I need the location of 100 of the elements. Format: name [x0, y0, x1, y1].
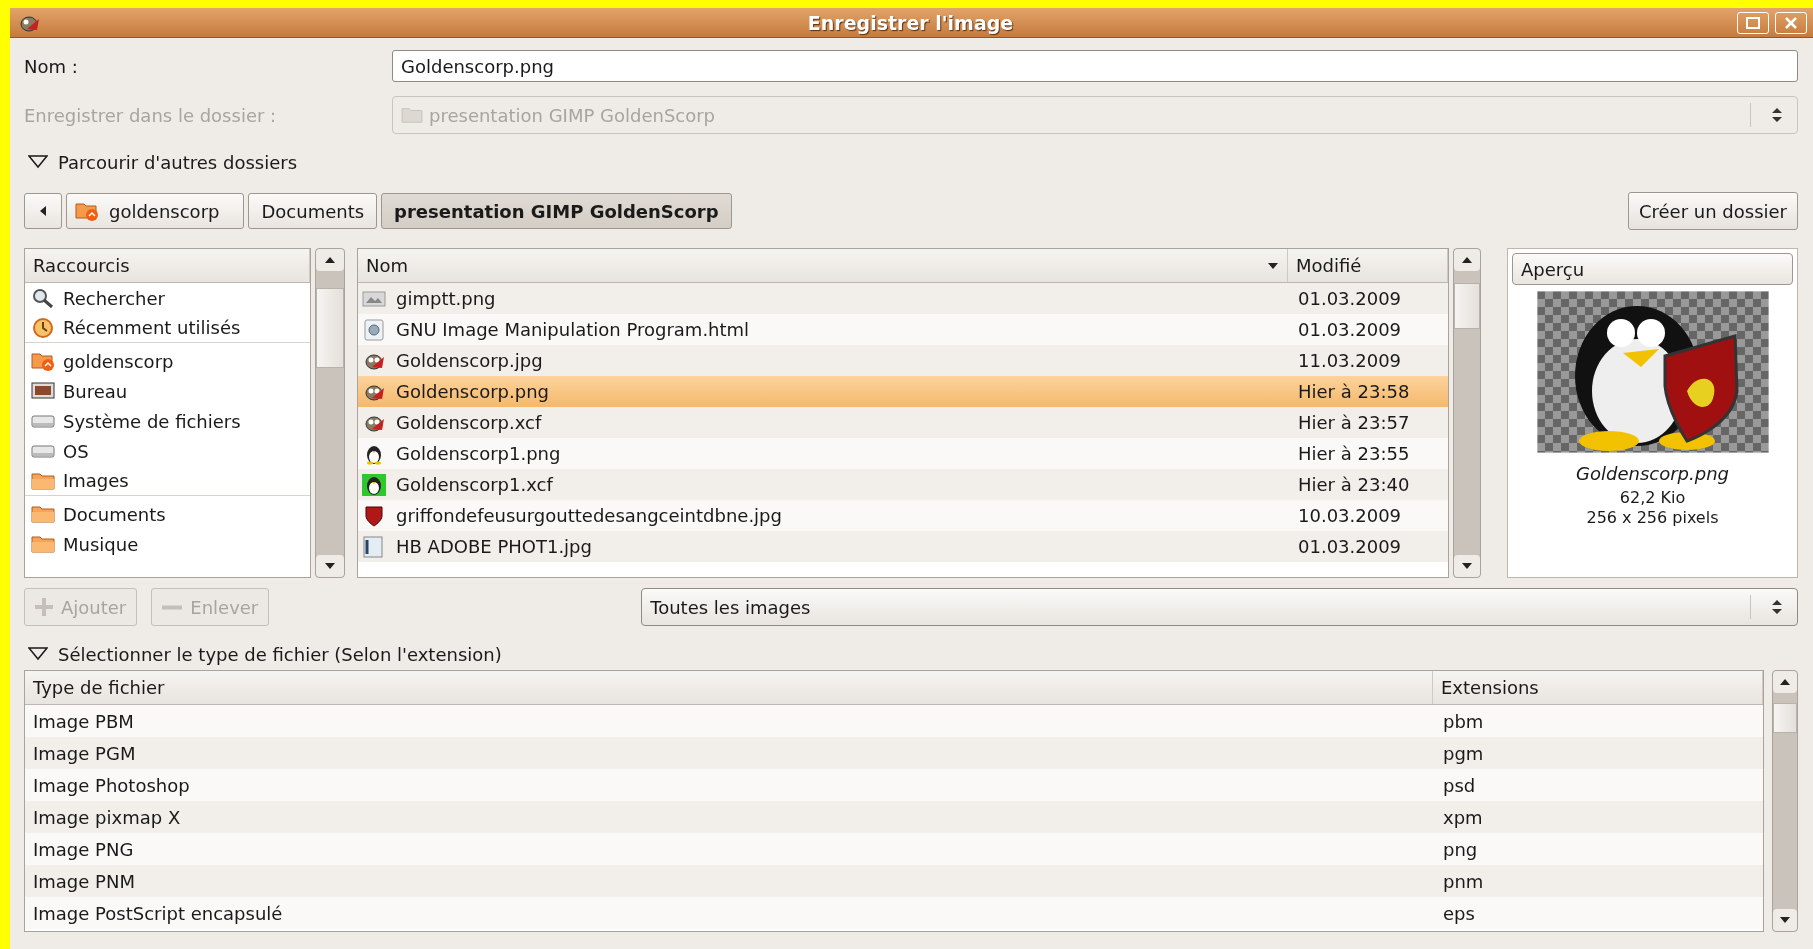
- file-row[interactable]: Goldenscorp.xcf Hier à 23:57: [358, 407, 1448, 438]
- scrollbar-thumb[interactable]: [1773, 702, 1797, 733]
- filter-value: Toutes les images: [650, 596, 812, 618]
- file-type-name: Image PBM: [32, 710, 135, 732]
- folder-icon: [31, 533, 55, 555]
- name-label: Nom :: [24, 55, 79, 77]
- close-button[interactable]: [1775, 11, 1807, 34]
- file-row[interactable]: gimptt.png 01.03.2009: [358, 283, 1448, 314]
- close-icon: [1784, 15, 1798, 30]
- image-file-icon: [362, 535, 386, 558]
- file-type-row[interactable]: Image PNM pnm: [25, 865, 1763, 897]
- file-extension: pbm: [1442, 710, 1485, 732]
- file-row[interactable]: Goldenscorp.jpg 11.03.2009: [358, 345, 1448, 376]
- down-arrow-icon[interactable]: [1461, 561, 1473, 571]
- save-folder-label: Enregistrer dans le dossier :: [24, 104, 278, 126]
- file-row[interactable]: Goldenscorp.png Hier à 23:58: [358, 376, 1448, 407]
- file-date: 10.03.2009: [1297, 505, 1403, 526]
- file-type-name: Image PNG: [32, 838, 135, 860]
- file-type-name: Image Photoshop: [32, 774, 191, 796]
- home-folder-icon: [75, 200, 99, 222]
- file-name: Goldenscorp1.png: [396, 443, 561, 464]
- scrollbar[interactable]: [1453, 248, 1481, 578]
- up-arrow-icon[interactable]: [1461, 255, 1473, 265]
- browse-expander[interactable]: Parcourir d'autres dossiers: [24, 148, 302, 176]
- file-date: 01.03.2009: [1297, 288, 1403, 309]
- file-type-name: Image PGM: [32, 742, 137, 764]
- path-button[interactable]: Documents: [248, 193, 378, 229]
- scrollbar-thumb[interactable]: [316, 288, 344, 368]
- file-type-row[interactable]: Image PGM pgm: [25, 737, 1763, 769]
- file-row[interactable]: HB ADOBE PHOT1.jpg 01.03.2009: [358, 531, 1448, 562]
- window-title: Enregistrer l'image: [806, 11, 1015, 34]
- file-name: HB ADOBE PHOT1.jpg: [396, 536, 592, 557]
- desktop-icon: [31, 380, 55, 402]
- down-arrow-icon[interactable]: [1779, 915, 1791, 925]
- scrollbar[interactable]: [315, 248, 345, 578]
- file-extension: pgm: [1442, 742, 1485, 764]
- file-type-name: Image pixmap X: [32, 806, 182, 828]
- magnifier-icon: [31, 287, 55, 309]
- file-name: Goldenscorp.png: [396, 381, 549, 402]
- file-date: 11.03.2009: [1297, 350, 1403, 371]
- file-type-row[interactable]: Image PostScript encapsulé eps: [25, 897, 1763, 929]
- filter-combo[interactable]: Toutes les images: [641, 588, 1798, 626]
- folder-combo-value: presentation GIMP GoldenScorp: [429, 104, 717, 126]
- file-type-row[interactable]: Image PNG png: [25, 833, 1763, 865]
- file-row[interactable]: GNU Image Manipulation Program.html 01.03.2009: [358, 314, 1448, 345]
- scrollbar[interactable]: [1772, 670, 1798, 932]
- back-button[interactable]: [24, 193, 62, 229]
- spinner-arrows-icon: [1771, 598, 1783, 616]
- minus-icon: [162, 604, 183, 610]
- column-header[interactable]: Modifié: [1288, 249, 1448, 282]
- file-name: Goldenscorp.xcf: [396, 412, 542, 433]
- file-type-row[interactable]: Image pixmap X xpm: [25, 801, 1763, 833]
- file-type-row[interactable]: Image PBM pbm: [25, 705, 1763, 737]
- file-extension: png: [1442, 838, 1479, 860]
- web-page-icon: [362, 318, 386, 341]
- file-name: gimptt.png: [396, 288, 496, 309]
- down-arrow-icon[interactable]: [324, 561, 336, 571]
- path-button[interactable]: presentation GIMP GoldenScorp: [381, 193, 732, 229]
- preview-file-name: Goldenscorp.png: [1576, 463, 1729, 484]
- file-extension: pnm: [1442, 870, 1485, 892]
- file-type-name: Image PNM: [32, 870, 136, 892]
- clock-icon: [31, 316, 55, 339]
- file-date: Hier à 23:55: [1297, 443, 1411, 464]
- preview-header[interactable]: Aperçu: [1512, 253, 1793, 285]
- file-name: GNU Image Manipulation Program.html: [396, 319, 750, 340]
- penguin-icon: [362, 473, 386, 496]
- maximize-icon: [1746, 16, 1760, 29]
- preview-size: 62,2 Kio: [1619, 488, 1686, 508]
- up-arrow-icon[interactable]: [1779, 677, 1791, 687]
- folder-icon: [401, 106, 423, 124]
- file-date: Hier à 23:58: [1297, 381, 1411, 402]
- folder-icon: [31, 503, 55, 525]
- file-name: griffondefeusurgouttedesangceintdbne.jpg: [396, 505, 782, 526]
- maximize-button[interactable]: [1737, 11, 1769, 34]
- create-folder-button[interactable]: Créer un dossier: [1627, 192, 1798, 230]
- column-header[interactable]: Nom: [358, 249, 1288, 282]
- name-field[interactable]: Goldenscorp.png: [392, 50, 1798, 82]
- home-folder-icon: [31, 350, 55, 372]
- path-button[interactable]: goldenscorp: [66, 193, 245, 229]
- column-header[interactable]: Extensions: [1433, 671, 1763, 704]
- preview-dimensions: 256 x 256 pixels: [1586, 508, 1719, 528]
- column-header[interactable]: Type de fichier: [25, 671, 1433, 704]
- file-row[interactable]: Goldenscorp1.png Hier à 23:55: [358, 438, 1448, 469]
- file-date: 01.03.2009: [1297, 319, 1403, 340]
- plus-icon: [35, 598, 53, 616]
- file-date: 01.03.2009: [1297, 536, 1403, 557]
- file-date: Hier à 23:57: [1297, 412, 1411, 433]
- file-row[interactable]: Goldenscorp1.xcf Hier à 23:40: [358, 469, 1448, 500]
- scrollbar-thumb[interactable]: [1454, 283, 1480, 329]
- file-type-row[interactable]: Image Photoshop psd: [25, 769, 1763, 801]
- file-type-expander[interactable]: Sélectionner le type de fichier (Selon l'extension): [24, 640, 506, 668]
- file-extension: eps: [1442, 902, 1476, 924]
- down-arrow-icon[interactable]: [1267, 260, 1279, 271]
- up-arrow-icon[interactable]: [324, 255, 336, 265]
- file-row[interactable]: griffondefeusurgouttedesangceintdbne.jpg 10.03.2009: [358, 500, 1448, 531]
- file-type-name: Image PostScript encapsulé: [32, 902, 284, 924]
- file-name: Goldenscorp.jpg: [396, 350, 543, 371]
- column-header[interactable]: Raccourcis: [25, 249, 310, 282]
- file-extension: xpm: [1442, 806, 1484, 828]
- spinner-arrows-icon: [1771, 106, 1783, 124]
